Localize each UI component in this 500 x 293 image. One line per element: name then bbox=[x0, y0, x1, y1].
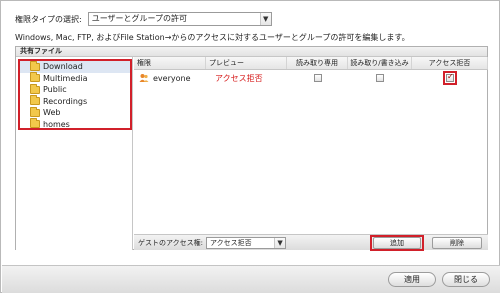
read-write-cell bbox=[348, 70, 412, 86]
read-only-cell bbox=[287, 70, 348, 86]
column-header-preview[interactable]: プレビュー bbox=[206, 57, 287, 69]
folder-label: homes bbox=[43, 119, 70, 129]
folder-item-recordings[interactable]: Recordings bbox=[20, 95, 130, 108]
column-header-read-write[interactable]: 読み取り/書き込み bbox=[348, 57, 412, 69]
description-text: Windows, Mac, FTP, およびFile Station→からのアク… bbox=[15, 33, 410, 42]
preview-cell: アクセス拒否 bbox=[215, 73, 263, 83]
folder-icon bbox=[30, 83, 40, 94]
deny-checkbox-highlight bbox=[443, 71, 457, 85]
folder-label: Download bbox=[43, 62, 83, 72]
guest-access-select[interactable]: アクセス拒否 ▼ bbox=[206, 236, 287, 249]
folder-icon bbox=[30, 95, 40, 106]
close-button[interactable]: 閉じる bbox=[442, 272, 490, 287]
permission-type-select[interactable]: ユーザーとグループの許可 ▼ bbox=[87, 12, 272, 26]
folder-label: Recordings bbox=[43, 96, 88, 106]
permission-type-row: 権限タイプの選択: ユーザーとグループの許可 ▼ bbox=[15, 12, 272, 26]
grid-header: 権限 プレビュー 読み取り専用 読み取り/書き込み アクセス拒否 bbox=[134, 57, 488, 70]
folder-item-public[interactable]: Public bbox=[20, 83, 130, 96]
folder-item-web[interactable]: Web bbox=[20, 106, 130, 119]
permission-panel: 共有ファイル Download Multimedia Public Record bbox=[15, 46, 488, 251]
read-only-checkbox[interactable] bbox=[313, 74, 322, 82]
table-row[interactable]: everyone アクセス拒否 bbox=[134, 70, 488, 86]
folder-item-homes[interactable]: homes bbox=[20, 118, 130, 131]
folder-icon bbox=[30, 106, 40, 117]
shared-folder-tree: Download Multimedia Public Recordings We… bbox=[16, 57, 133, 250]
folder-label: Multimedia bbox=[43, 73, 88, 83]
chevron-down-icon[interactable]: ▼ bbox=[274, 237, 286, 248]
folder-item-multimedia[interactable]: Multimedia bbox=[20, 72, 130, 85]
guest-access-value: アクセス拒否 bbox=[210, 238, 252, 247]
grid-footer: ゲストのアクセス権: アクセス拒否 ▼ 追加 削除 bbox=[134, 234, 488, 251]
guest-access-label: ゲストのアクセス権: bbox=[138, 238, 204, 247]
shared-folder-highlight: Download Multimedia Public Recordings We… bbox=[18, 59, 132, 130]
folder-icon bbox=[30, 60, 40, 71]
apply-button[interactable]: 適用 bbox=[388, 272, 436, 287]
folder-label: Public bbox=[43, 85, 67, 95]
folder-label: Web bbox=[43, 108, 61, 118]
folder-icon bbox=[30, 72, 40, 83]
chevron-down-icon[interactable]: ▼ bbox=[259, 13, 271, 25]
permission-type-label: 権限タイプの選択: bbox=[15, 14, 82, 24]
read-write-checkbox[interactable] bbox=[376, 74, 384, 82]
shared-folders-title: 共有ファイル bbox=[16, 47, 487, 57]
column-header-permission[interactable]: 権限 bbox=[134, 57, 206, 69]
column-header-deny[interactable]: アクセス拒否 bbox=[412, 57, 488, 69]
dialog-footer: 適用 閉じる bbox=[2, 265, 500, 293]
user-cell: everyone bbox=[134, 70, 206, 86]
folder-icon bbox=[30, 118, 40, 129]
permission-grid: 権限 プレビュー 読み取り専用 読み取り/書き込み アクセス拒否 everyon… bbox=[134, 57, 488, 251]
deny-checkbox[interactable] bbox=[446, 72, 454, 82]
permission-type-value: ユーザーとグループの許可 bbox=[91, 14, 188, 23]
user-group-icon bbox=[139, 74, 149, 82]
delete-button[interactable]: 削除 bbox=[432, 237, 482, 249]
column-header-read-only[interactable]: 読み取り専用 bbox=[287, 57, 348, 69]
deny-cell bbox=[412, 70, 488, 86]
folder-item-download[interactable]: Download bbox=[20, 60, 130, 73]
add-button[interactable]: 追加 bbox=[373, 237, 421, 249]
permission-dialog: 権限タイプの選択: ユーザーとグループの許可 ▼ Windows, Mac, F… bbox=[0, 0, 500, 293]
user-name: everyone bbox=[153, 73, 191, 83]
